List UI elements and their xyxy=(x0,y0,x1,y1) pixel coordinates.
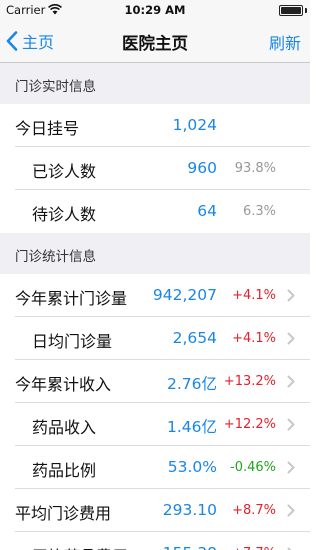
row-percent: +4.1% xyxy=(232,288,276,303)
list-item[interactable]: 药品比例 53.0% -0.46% xyxy=(0,446,310,489)
row-label: 今年累计收入 xyxy=(15,375,112,394)
row-label: 今日挂号 xyxy=(15,119,80,138)
row-label: 日均门诊量 xyxy=(32,332,113,351)
list-item: 待诊人数 64 6.3% xyxy=(0,190,310,233)
battery-icon xyxy=(279,5,303,16)
row-value: 64 xyxy=(197,202,217,220)
chevron-right-icon xyxy=(287,289,295,302)
navigation-bar: 主页 医院主页 刷新 xyxy=(0,20,310,63)
page-title: 医院主页 xyxy=(122,34,188,53)
list-item[interactable]: 平均门诊费用 293.10 +8.7% xyxy=(0,489,310,532)
row-value: 1,024 xyxy=(172,116,217,134)
row-percent: +7.7% xyxy=(232,546,276,550)
section-header-stats: 门诊统计信息 xyxy=(0,233,310,274)
row-percent: 93.8% xyxy=(234,161,276,176)
row-percent: +13.2% xyxy=(223,374,276,389)
row-percent: +4.1% xyxy=(232,331,276,346)
row-percent: -0.46% xyxy=(230,460,276,475)
row-label: 平均药品费用 xyxy=(32,543,128,550)
list-item[interactable]: 日均门诊量 2,654 +4.1% xyxy=(0,317,310,360)
list-item[interactable]: 今年累计门诊量 942,207 +4.1% xyxy=(0,274,310,317)
status-bar: Carrier 10:29 AM xyxy=(0,0,310,20)
chevron-right-icon xyxy=(287,375,295,388)
row-value: 942,207 xyxy=(152,286,217,304)
chevron-right-icon xyxy=(287,504,295,517)
list-item: 今日挂号 1,024 xyxy=(0,104,310,147)
row-percent: +12.2% xyxy=(223,417,276,432)
row-value: 960 xyxy=(187,159,217,177)
row-label: 待诊人数 xyxy=(32,205,97,224)
row-label: 今年累计门诊量 xyxy=(15,289,128,308)
row-percent: +8.7% xyxy=(232,503,276,518)
row-percent: 6.3% xyxy=(242,204,276,219)
row-value: 293.10 xyxy=(162,501,217,519)
chevron-right-icon xyxy=(287,418,295,431)
clock-time: 10:29 AM xyxy=(124,3,186,17)
row-value: 53.0% xyxy=(167,458,217,476)
list-item[interactable]: 药品收入 1.46亿 +12.2% xyxy=(0,403,310,446)
row-value: 2.76亿 xyxy=(166,375,217,393)
section-header-realtime: 门诊实时信息 xyxy=(0,63,310,104)
row-label: 已诊人数 xyxy=(32,162,97,181)
list-item[interactable]: 今年累计收入 2.76亿 +13.2% xyxy=(0,360,310,403)
row-label: 平均门诊费用 xyxy=(15,504,112,523)
chevron-right-icon xyxy=(287,461,295,474)
refresh-button[interactable]: 刷新 xyxy=(269,30,301,54)
chevron-right-icon xyxy=(287,332,295,345)
row-label: 药品收入 xyxy=(32,418,97,437)
row-label: 药品比例 xyxy=(32,461,97,480)
list-item: 已诊人数 960 93.8% xyxy=(0,147,310,190)
list-item[interactable]: 平均药品费用 155.38 +7.7% xyxy=(0,532,310,550)
section-title: 门诊统计信息 xyxy=(15,249,96,265)
row-value: 2,654 xyxy=(172,329,217,347)
row-value: 1.46亿 xyxy=(166,418,217,436)
row-value: 155.38 xyxy=(163,544,217,550)
section-title: 门诊实时信息 xyxy=(15,79,96,95)
